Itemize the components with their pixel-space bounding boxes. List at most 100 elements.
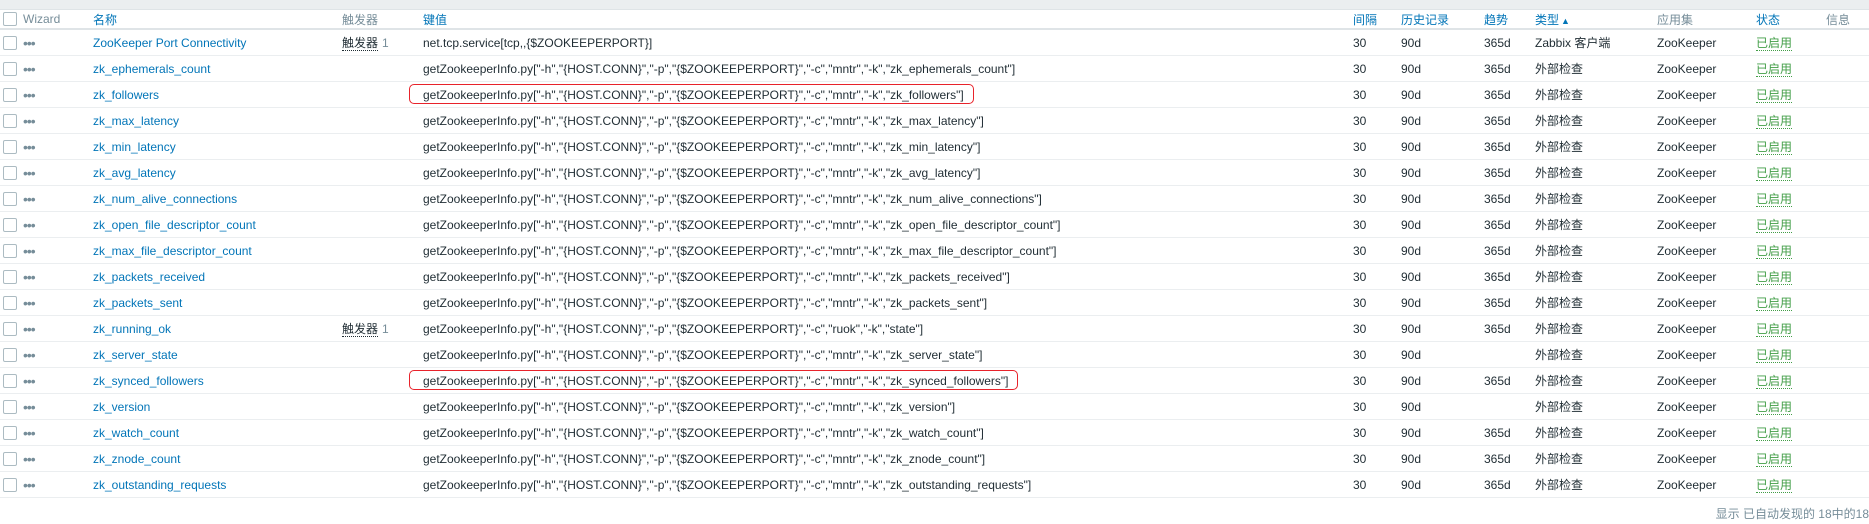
row-checkbox[interactable] bbox=[3, 139, 17, 154]
row-select-cell[interactable] bbox=[0, 55, 23, 82]
row-select-cell[interactable] bbox=[0, 445, 23, 472]
row-select-cell[interactable] bbox=[0, 185, 23, 212]
row-checkbox[interactable] bbox=[3, 165, 17, 180]
row-checkbox[interactable] bbox=[3, 373, 17, 388]
more-dots-icon[interactable]: ••• bbox=[23, 373, 36, 389]
status-toggle[interactable]: 已启用 bbox=[1756, 270, 1793, 285]
status-toggle[interactable]: 已启用 bbox=[1756, 400, 1793, 415]
status-toggle[interactable]: 已启用 bbox=[1756, 478, 1793, 493]
item-name-link[interactable]: zk_version bbox=[93, 400, 150, 414]
row-select-cell[interactable] bbox=[0, 393, 23, 420]
row-select-cell[interactable] bbox=[0, 159, 23, 186]
row-select-cell[interactable] bbox=[0, 367, 23, 394]
item-name-link[interactable]: zk_synced_followers bbox=[93, 374, 204, 388]
item-name-link[interactable]: zk_ephemerals_count bbox=[93, 62, 210, 76]
row-checkbox[interactable] bbox=[3, 87, 17, 102]
item-name-link[interactable]: zk_min_latency bbox=[93, 140, 176, 154]
header-key[interactable]: 键值 bbox=[423, 10, 1353, 30]
item-name-link[interactable]: zk_watch_count bbox=[93, 426, 179, 440]
item-name-link[interactable]: zk_server_state bbox=[93, 348, 178, 362]
more-dots-icon[interactable]: ••• bbox=[23, 243, 36, 259]
row-select-cell[interactable] bbox=[0, 211, 23, 238]
row-checkbox[interactable] bbox=[3, 35, 17, 50]
more-dots-icon[interactable]: ••• bbox=[23, 399, 36, 415]
row-select-cell[interactable] bbox=[0, 471, 23, 498]
status-toggle[interactable]: 已启用 bbox=[1756, 296, 1793, 311]
header-type[interactable]: 类型 ▲ bbox=[1535, 10, 1657, 30]
row-checkbox[interactable] bbox=[3, 347, 17, 362]
item-name-link[interactable]: zk_open_file_descriptor_count bbox=[93, 218, 256, 232]
item-name-link[interactable]: zk_znode_count bbox=[93, 452, 180, 466]
select-all-checkbox[interactable] bbox=[3, 12, 17, 27]
item-name-link[interactable]: zk_avg_latency bbox=[93, 166, 176, 180]
row-checkbox[interactable] bbox=[3, 61, 17, 76]
triggers-link[interactable]: 触发器 bbox=[342, 36, 379, 51]
item-name-link[interactable]: zk_num_alive_connections bbox=[93, 192, 237, 206]
more-dots-icon[interactable]: ••• bbox=[23, 165, 36, 181]
more-dots-icon[interactable]: ••• bbox=[23, 347, 36, 363]
more-dots-icon[interactable]: ••• bbox=[23, 451, 36, 467]
status-toggle[interactable]: 已启用 bbox=[1756, 62, 1793, 77]
more-dots-icon[interactable]: ••• bbox=[23, 139, 36, 155]
row-select-cell[interactable] bbox=[0, 289, 23, 316]
status-toggle[interactable]: 已启用 bbox=[1756, 348, 1793, 363]
row-select-cell[interactable] bbox=[0, 133, 23, 160]
row-select-cell[interactable] bbox=[0, 107, 23, 134]
row-checkbox[interactable] bbox=[3, 321, 17, 336]
more-dots-icon[interactable]: ••• bbox=[23, 269, 36, 285]
row-checkbox[interactable] bbox=[3, 217, 17, 232]
status-toggle[interactable]: 已启用 bbox=[1756, 374, 1793, 389]
more-dots-icon[interactable]: ••• bbox=[23, 35, 36, 51]
row-checkbox[interactable] bbox=[3, 399, 17, 414]
more-dots-icon[interactable]: ••• bbox=[23, 217, 36, 233]
more-dots-icon[interactable]: ••• bbox=[23, 61, 36, 77]
header-interval[interactable]: 间隔 bbox=[1353, 10, 1401, 30]
row-checkbox[interactable] bbox=[3, 477, 17, 492]
row-select-cell[interactable] bbox=[0, 315, 23, 342]
status-toggle[interactable]: 已启用 bbox=[1756, 88, 1793, 103]
row-checkbox[interactable] bbox=[3, 295, 17, 310]
item-name-link[interactable]: zk_max_latency bbox=[93, 114, 179, 128]
status-toggle[interactable]: 已启用 bbox=[1756, 192, 1793, 207]
item-name-link[interactable]: zk_followers bbox=[93, 88, 159, 102]
status-toggle[interactable]: 已启用 bbox=[1756, 426, 1793, 441]
item-name-link[interactable]: zk_packets_sent bbox=[93, 296, 182, 310]
row-select-cell[interactable] bbox=[0, 237, 23, 264]
status-toggle[interactable]: 已启用 bbox=[1756, 140, 1793, 155]
row-checkbox[interactable] bbox=[3, 243, 17, 258]
item-name-link[interactable]: zk_max_file_descriptor_count bbox=[93, 244, 252, 258]
item-name-link[interactable]: ZooKeeper Port Connectivity bbox=[93, 36, 246, 50]
status-toggle[interactable]: 已启用 bbox=[1756, 166, 1793, 181]
status-toggle[interactable]: 已启用 bbox=[1756, 244, 1793, 259]
item-name-link[interactable]: zk_outstanding_requests bbox=[93, 478, 226, 492]
select-all-cell[interactable] bbox=[0, 10, 23, 30]
row-checkbox[interactable] bbox=[3, 113, 17, 128]
header-status[interactable]: 状态 bbox=[1756, 10, 1826, 30]
item-name-link[interactable]: zk_packets_received bbox=[93, 270, 205, 284]
row-checkbox[interactable] bbox=[3, 425, 17, 440]
triggers-link[interactable]: 触发器 bbox=[342, 322, 379, 337]
more-dots-icon[interactable]: ••• bbox=[23, 477, 36, 493]
more-dots-icon[interactable]: ••• bbox=[23, 87, 36, 103]
row-checkbox[interactable] bbox=[3, 269, 17, 284]
header-name[interactable]: 名称 bbox=[93, 10, 342, 30]
more-dots-icon[interactable]: ••• bbox=[23, 191, 36, 207]
status-toggle[interactable]: 已启用 bbox=[1756, 114, 1793, 129]
item-name-link[interactable]: zk_running_ok bbox=[93, 322, 171, 336]
row-checkbox[interactable] bbox=[3, 451, 17, 466]
row-select-cell[interactable] bbox=[0, 341, 23, 368]
more-dots-icon[interactable]: ••• bbox=[23, 113, 36, 129]
more-dots-icon[interactable]: ••• bbox=[23, 425, 36, 441]
row-select-cell[interactable] bbox=[0, 81, 23, 108]
status-toggle[interactable]: 已启用 bbox=[1756, 322, 1793, 337]
row-select-cell[interactable] bbox=[0, 419, 23, 446]
status-toggle[interactable]: 已启用 bbox=[1756, 36, 1793, 51]
more-dots-icon[interactable]: ••• bbox=[23, 321, 36, 337]
row-select-cell[interactable] bbox=[0, 29, 23, 56]
status-toggle[interactable]: 已启用 bbox=[1756, 218, 1793, 233]
row-select-cell[interactable] bbox=[0, 263, 23, 290]
row-checkbox[interactable] bbox=[3, 191, 17, 206]
header-trends[interactable]: 趋势 bbox=[1484, 10, 1535, 30]
more-dots-icon[interactable]: ••• bbox=[23, 295, 36, 311]
status-toggle[interactable]: 已启用 bbox=[1756, 452, 1793, 467]
